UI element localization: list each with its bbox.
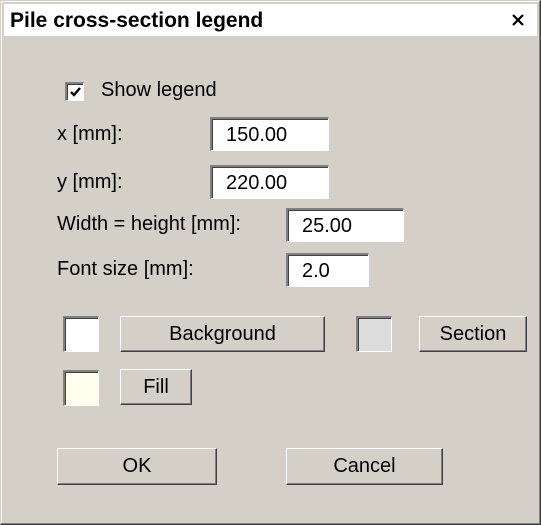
background-button[interactable]: Background	[120, 316, 325, 352]
title-bar[interactable]: Pile cross-section legend	[4, 4, 537, 36]
close-button[interactable]	[505, 8, 531, 32]
y-input[interactable]	[210, 165, 329, 199]
x-input[interactable]	[210, 117, 329, 151]
width-height-input[interactable]	[286, 208, 404, 242]
show-legend-label: Show legend	[101, 79, 217, 101]
close-icon	[512, 14, 524, 26]
fill-color-swatch[interactable]	[63, 370, 99, 406]
ok-button[interactable]: OK	[57, 448, 217, 485]
cancel-button[interactable]: Cancel	[286, 448, 443, 485]
y-label: y [mm]:	[57, 171, 123, 193]
section-button[interactable]: Section	[419, 316, 527, 352]
checkmark-icon	[69, 86, 81, 97]
font-size-label: Font size [mm]:	[57, 258, 194, 280]
background-color-swatch[interactable]	[63, 316, 99, 352]
section-color-swatch[interactable]	[356, 316, 392, 352]
show-legend-checkbox[interactable]	[65, 82, 84, 101]
x-label: x [mm]:	[57, 123, 123, 145]
dialog-window: Pile cross-section legend Show legend x …	[0, 0, 541, 525]
dialog-title: Pile cross-section legend	[10, 9, 264, 32]
width-height-label: Width = height [mm]:	[57, 213, 241, 235]
fill-button[interactable]: Fill	[120, 369, 192, 405]
font-size-input[interactable]	[286, 253, 369, 287]
